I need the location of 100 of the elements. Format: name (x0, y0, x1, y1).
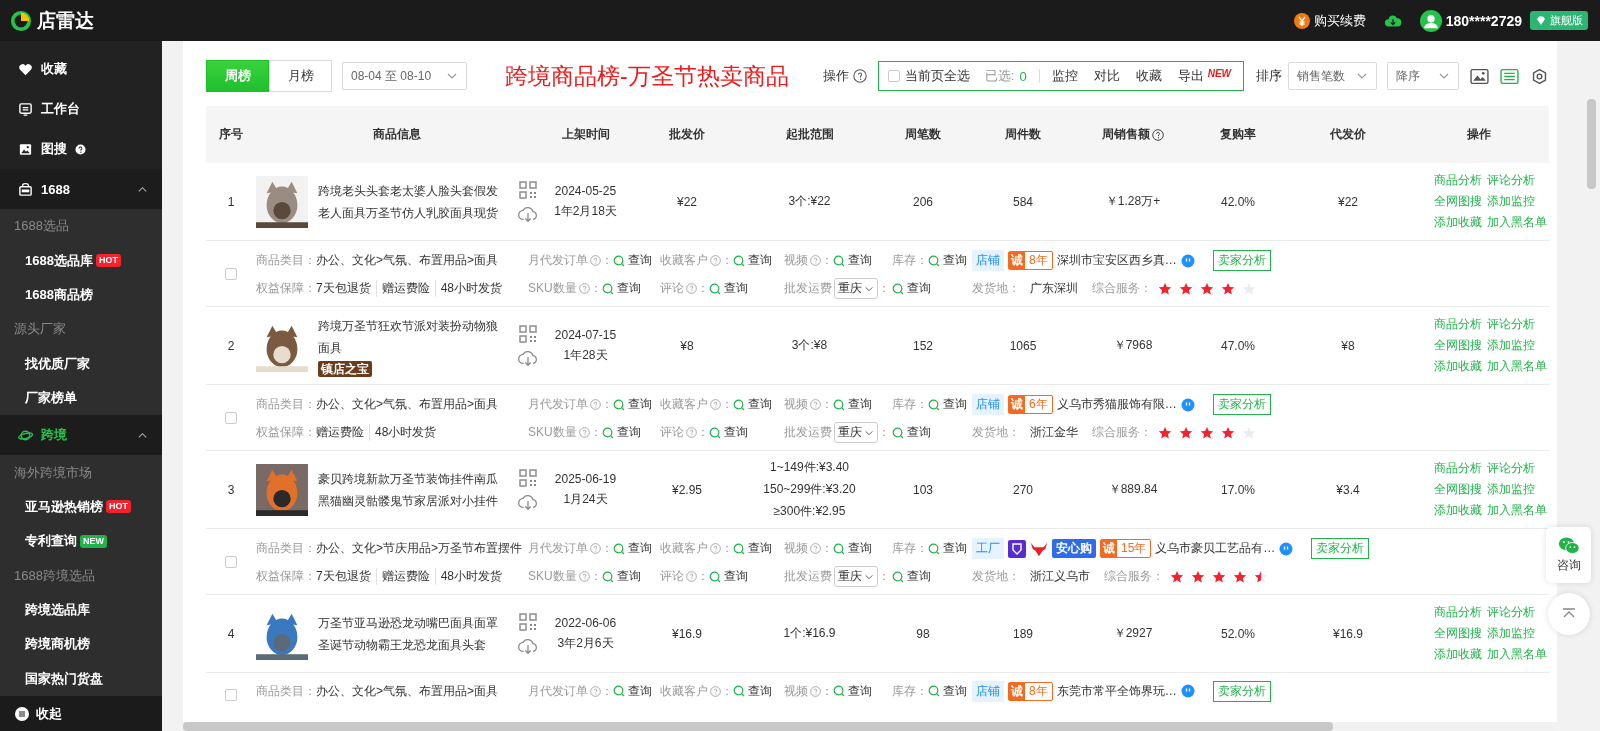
image-view-icon[interactable] (1470, 67, 1489, 85)
date-range-select[interactable]: 08-04 至 08-10 (342, 62, 467, 90)
product-title[interactable]: 豪贝跨境新款万圣节装饰挂件南瓜黑猫幽灵骷髅鬼节家居派对小挂件 (318, 467, 508, 512)
label-colon: ： (878, 424, 890, 441)
qr-code-icon[interactable] (518, 467, 538, 488)
field-label: 商品类目： (256, 540, 316, 557)
query-link[interactable]: 查询 (613, 252, 652, 269)
sidebar-subitem[interactable]: 厂家榜单 (0, 380, 162, 416)
sidebar-subitem[interactable]: 亚马逊热销榜 HOT (0, 489, 162, 525)
query-link[interactable]: 查询 (613, 396, 652, 413)
batch-action-link[interactable]: 收藏 (1135, 67, 1162, 85)
buy-renew-link[interactable]: 购买续费 (1293, 11, 1366, 30)
city-select[interactable]: 重庆 (834, 278, 878, 299)
query-link[interactable]: 查询 (601, 568, 641, 585)
query-link[interactable]: 查询 (613, 682, 652, 700)
sort-label: 排序 (1256, 67, 1282, 85)
guarantee-tag: 48小时发货 (434, 280, 508, 297)
weekly-orders-cell: 152 (913, 338, 933, 353)
query-link[interactable]: 查询 (833, 252, 872, 269)
query-link[interactable]: 查询 (613, 540, 652, 557)
city-select[interactable]: 重庆 (834, 422, 878, 443)
sidebar-subitem[interactable]: 跨境选品库 (0, 592, 162, 628)
query-link[interactable]: 查询 (928, 540, 967, 557)
query-link[interactable]: 查询 (833, 682, 872, 700)
row-checkbox[interactable] (225, 555, 237, 568)
sidebar-subitem[interactable]: 国家热门货盘 (0, 661, 162, 697)
batch-action-link[interactable]: 监控 (1051, 67, 1078, 85)
list-view-icon[interactable] (1500, 67, 1519, 85)
field-label: 视频 (784, 682, 808, 700)
query-link[interactable]: 查询 (892, 568, 931, 585)
product-title[interactable]: 万圣节亚马逊恐龙动嘴巴面具面罩圣诞节动物霸王龙恐龙面具头套 (318, 611, 508, 656)
query-link[interactable]: 查询 (709, 280, 748, 297)
sidebar-subitem[interactable]: 专利查询 NEW (0, 524, 162, 559)
qr-code-icon[interactable] (518, 179, 538, 200)
avatar-icon[interactable] (1419, 9, 1442, 32)
query-link[interactable]: 查询 (892, 280, 931, 297)
query-link[interactable]: 查询 (928, 396, 967, 413)
sidebar-group[interactable]: 1688 (0, 169, 162, 209)
sort-field-select[interactable]: 销售笔数 (1288, 62, 1377, 90)
field-label: 商品类目： (256, 396, 316, 413)
shop-name-link[interactable]: 义乌市豪贝工艺品有… (1155, 540, 1276, 557)
query-link[interactable]: 查询 (709, 424, 748, 441)
query-link[interactable]: 查询 (928, 682, 967, 700)
search-icon (928, 542, 940, 555)
settings-icon[interactable] (1530, 67, 1549, 85)
horizontal-scrollbar[interactable] (183, 722, 1557, 731)
vertical-scrollbar[interactable] (1587, 99, 1596, 189)
field-label: 视频 (784, 540, 808, 557)
sidebar-subitem[interactable]: 找优质厂家 (0, 346, 162, 381)
chat-icon[interactable] (1180, 397, 1195, 412)
shop-name-link[interactable]: 深圳市宝安区西乡真… (1056, 252, 1177, 269)
row-checkbox[interactable] (225, 267, 237, 280)
query-link[interactable]: 查询 (928, 252, 967, 269)
sidebar-badge: HOT (106, 500, 131, 514)
row-checkbox[interactable] (225, 411, 237, 424)
sidebar-item[interactable]: 图搜 (0, 129, 162, 169)
qr-code-icon[interactable] (518, 323, 538, 344)
shop-name-link[interactable]: 义乌市秀猫服饰有限… (1056, 396, 1177, 413)
query-link[interactable]: 查询 (733, 396, 772, 413)
row-checkbox[interactable] (225, 689, 237, 701)
collapse-button[interactable]: 收起 (0, 696, 162, 731)
sidebar-subitem[interactable]: 1688商品榜 (0, 277, 162, 313)
sidebar-group[interactable]: 跨境 (0, 415, 162, 456)
field-label: SKU数量 (528, 280, 577, 297)
city-select[interactable]: 重庆 (834, 566, 878, 587)
query-link[interactable]: 查询 (892, 424, 931, 441)
query-link[interactable]: 查询 (733, 540, 772, 557)
chat-icon[interactable] (1180, 253, 1195, 268)
product-title[interactable]: 跨境万圣节狂欢节派对装扮动物狼面具 (318, 314, 508, 359)
query-link[interactable]: 查询 (833, 396, 872, 413)
back-to-top-button[interactable] (1548, 593, 1590, 635)
query-link[interactable]: 查询 (733, 252, 772, 269)
account-phone[interactable]: 180****2729 (1445, 12, 1522, 29)
repurchase-rate-cell: 52.0% (1221, 626, 1255, 641)
query-link[interactable]: 查询 (709, 568, 748, 585)
query-link[interactable]: 查询 (833, 540, 872, 557)
select-all-checkbox[interactable]: 当前页全选 (887, 67, 970, 85)
consult-button[interactable]: 咨询 (1546, 527, 1591, 583)
sidebar-subitem[interactable]: 跨境商机榜 (0, 627, 162, 662)
sidebar-item[interactable]: 工作台 (0, 89, 162, 129)
sort-order-select[interactable]: 降序 (1387, 62, 1459, 90)
chat-icon[interactable] (1279, 541, 1294, 556)
sidebar-item[interactable]: 收藏 (0, 49, 162, 89)
listed-age: 1年2月18天 (554, 202, 617, 220)
batch-range-cell: 1~149件:¥3.40 (769, 459, 850, 476)
query-link[interactable]: 查询 (733, 682, 772, 700)
period-tab[interactable]: 月榜 (269, 60, 332, 92)
chat-icon[interactable] (1180, 684, 1195, 698)
search-icon (928, 685, 940, 697)
shop-name-link[interactable]: 东莞市常平全饰界玩… (1056, 682, 1177, 700)
sidebar-subitem[interactable]: 1688选品库 HOT (0, 243, 162, 278)
query-link[interactable]: 查询 (601, 424, 641, 441)
product-title[interactable]: 跨境老头头套老太婆人脸头套假发老人面具万圣节仿人乳胶面具现货 (318, 179, 508, 224)
query-link[interactable]: 查询 (601, 280, 641, 297)
sidebar-label: 专利查询 (25, 532, 77, 551)
batch-action-link[interactable]: 导出 (1177, 67, 1204, 85)
operate-label: 操作 (822, 67, 849, 85)
qr-code-icon[interactable] (518, 611, 538, 632)
search-icon (733, 254, 745, 267)
batch-action-link[interactable]: 对比 (1093, 67, 1120, 85)
